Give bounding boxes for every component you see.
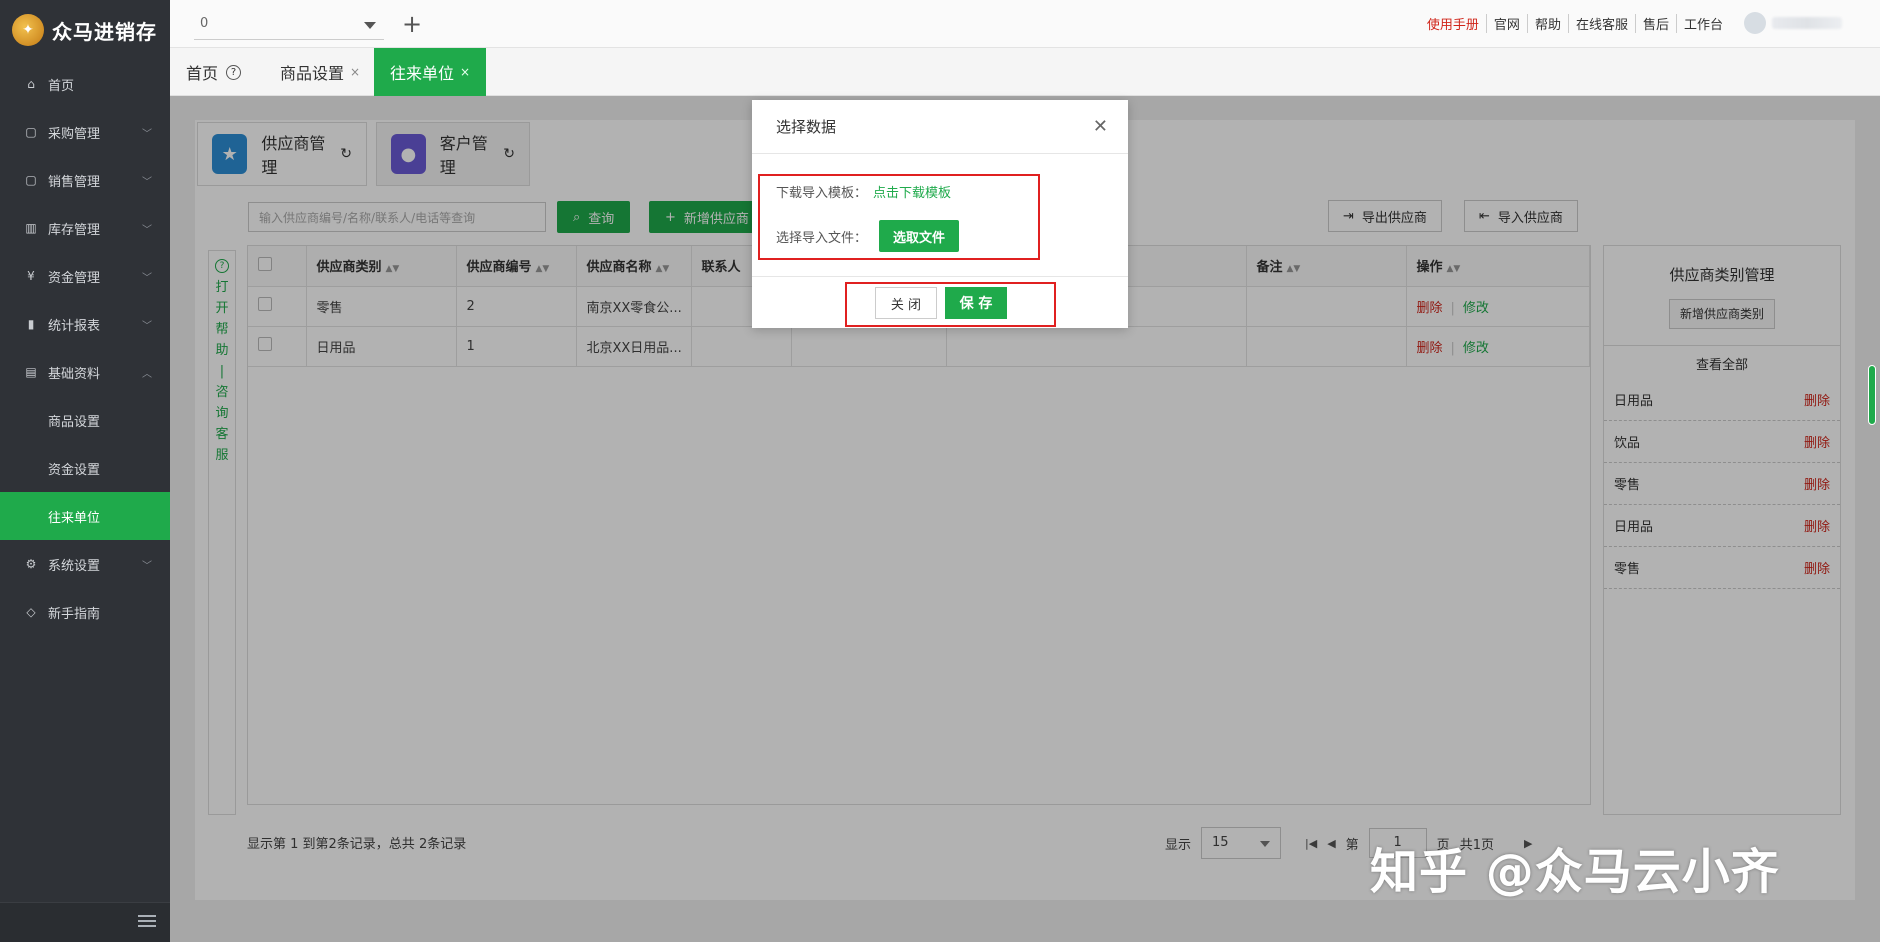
logo-icon: ✦ (12, 14, 44, 46)
store-select-value: 0 (200, 16, 209, 31)
chevron-down-icon: ﹀ (142, 320, 152, 332)
select-data-modal: 选择数据 ✕ 下载导入模板： 点击下载模板 选择导入文件： 选取文件 关 闭 保… (752, 100, 1128, 328)
sidebar-item-label: 往来单位 (48, 510, 101, 526)
chevron-up-icon: ︿ (142, 368, 152, 380)
sidebar-item-6[interactable]: ▤ 基础资料 ︿ (0, 348, 170, 396)
bag-icon: ▢ (25, 125, 37, 139)
avatar-image (1744, 12, 1766, 34)
sidebar-item-label: 基础资料 (48, 366, 101, 382)
watermark: 知乎 @众马云小齐 (1370, 844, 1780, 900)
sidebar-item-3[interactable]: ▥ 库存管理 ﹀ (0, 204, 170, 252)
doc-icon: ▤ (25, 365, 37, 379)
store-select[interactable]: 0 (194, 12, 384, 40)
sidebar-item-label: 统计报表 (48, 318, 101, 334)
tab-partners[interactable]: 往来单位 × (374, 48, 487, 96)
sidebar-item-label: 商品设置 (48, 414, 101, 430)
modal-title: 选择数据 (776, 118, 837, 136)
sidebar-item-4[interactable]: ¥ 资金管理 ﹀ (0, 252, 170, 300)
top-link-0[interactable]: 使用手册 (1420, 14, 1486, 33)
sidebar-item-2[interactable]: ▢ 销售管理 ﹀ (0, 156, 170, 204)
sidebar-footer (0, 902, 170, 942)
top-link-5[interactable]: 工作台 (1675, 14, 1730, 33)
sidebar-item-0[interactable]: ⌂ 首页 (0, 60, 170, 108)
logo[interactable]: ✦ 众马进销存 (0, 0, 170, 60)
sidebar-item-8[interactable]: 资金设置 (0, 444, 170, 492)
avatar[interactable] (1744, 10, 1854, 36)
sidebar-item-label: 资金管理 (48, 270, 101, 286)
top-link-2[interactable]: 帮助 (1526, 14, 1568, 33)
sidebar-item-9[interactable]: 往来单位 (0, 492, 170, 540)
top-link-3[interactable]: 在线客服 (1567, 14, 1635, 33)
user-name-blurred (1772, 17, 1842, 29)
bag-icon: ▢ (25, 173, 37, 187)
tab-home[interactable]: 首页 ? (170, 48, 257, 96)
sidebar-item-11[interactable]: ◇ 新手指南 (0, 588, 170, 636)
sidebar-item-label: 采购管理 (48, 126, 101, 142)
sidebar-item-5[interactable]: ▮ 统计报表 ﹀ (0, 300, 170, 348)
chevron-down-icon: ﹀ (142, 272, 152, 284)
chevron-down-icon (364, 22, 376, 29)
sidebar-item-label: 系统设置 (48, 558, 101, 574)
top-bar: 0 + 使用手册 官网 帮助 在线客服 售后 工作台 (170, 0, 1880, 48)
warehouse-icon: ▥ (25, 221, 37, 235)
sidebar-item-label: 资金设置 (48, 462, 101, 478)
home-icon: ⌂ (27, 77, 35, 91)
close-icon[interactable]: × (350, 65, 360, 79)
add-icon[interactable]: + (402, 12, 422, 36)
tab-label: 商品设置 (280, 64, 345, 83)
scroll-indicator[interactable] (1868, 365, 1876, 425)
logo-text: 众马进销存 (52, 19, 157, 44)
tab-label: 往来单位 (390, 64, 455, 83)
sidebar-item-label: 销售管理 (48, 174, 101, 190)
tab-label: 首页 (186, 64, 219, 83)
help-icon[interactable]: ? (226, 64, 242, 80)
sidebar-item-label: 首页 (48, 78, 75, 94)
top-links: 使用手册 官网 帮助 在线客服 售后 工作台 (1420, 14, 1730, 33)
tab-product-settings[interactable]: 商品设置 × (264, 48, 376, 96)
top-link-4[interactable]: 售后 (1634, 14, 1676, 33)
highlight-box-upload (758, 174, 1040, 260)
sidebar-item-1[interactable]: ▢ 采购管理 ﹀ (0, 108, 170, 156)
tab-bar: 首页 ? 商品设置 × 往来单位 × (170, 48, 1880, 96)
sidebar: ✦ 众马进销存 ⌂ 首页 ▢ 采购管理 ﹀ ▢ 销售管理 ﹀ ▥ 库存管理 ﹀ ¥ 资金管理 ﹀ ▮ 统计报表… (0, 0, 170, 942)
highlight-box-buttons (845, 282, 1056, 327)
sidebar-item-label: 库存管理 (48, 222, 101, 238)
chart-icon: ▮ (27, 317, 35, 331)
tag-icon: ◇ (26, 605, 36, 619)
sidebar-item-7[interactable]: 商品设置 (0, 396, 170, 444)
modal-header: 选择数据 ✕ (752, 100, 1128, 154)
close-icon[interactable]: × (460, 65, 470, 79)
sidebar-item-label: 新手指南 (48, 606, 101, 622)
collapse-menu-icon[interactable] (138, 915, 156, 929)
chevron-down-icon: ﹀ (142, 560, 152, 572)
chevron-down-icon: ﹀ (142, 176, 152, 188)
chevron-down-icon: ﹀ (142, 224, 152, 236)
gear-icon: ⚙ (25, 557, 37, 571)
top-link-1[interactable]: 官网 (1485, 14, 1527, 33)
sidebar-item-10[interactable]: ⚙ 系统设置 ﹀ (0, 540, 170, 588)
chevron-down-icon: ﹀ (142, 128, 152, 140)
close-icon[interactable]: ✕ (1093, 116, 1108, 137)
money-icon: ¥ (27, 269, 35, 283)
